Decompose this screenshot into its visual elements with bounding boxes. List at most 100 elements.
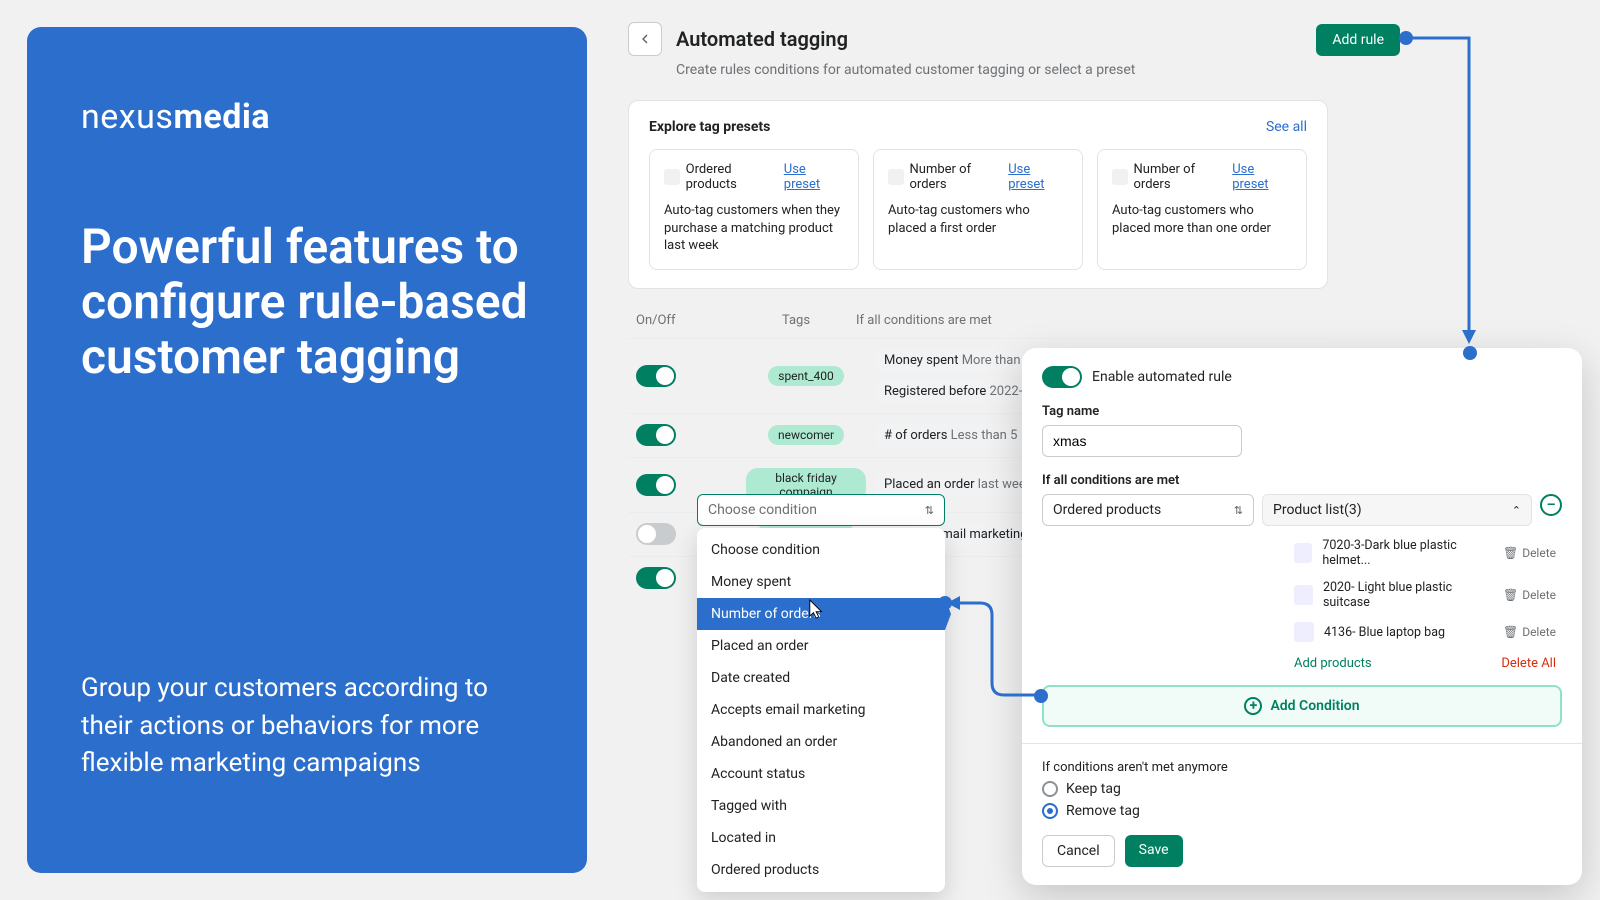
condition-option[interactable]: Date created bbox=[697, 662, 945, 694]
enable-rule-label: Enable automated rule bbox=[1092, 369, 1232, 385]
condition-chip: Placed an order last week bbox=[876, 473, 1040, 496]
condition-menu[interactable]: Choose conditionMoney spentNumber of ord… bbox=[697, 528, 945, 892]
rule-toggle[interactable] bbox=[636, 523, 676, 545]
product-row: 4136- Blue laptop bag 🗑Delete bbox=[1290, 616, 1560, 648]
enable-rule-toggle[interactable] bbox=[1042, 366, 1082, 388]
condition-option[interactable]: Tagged with bbox=[697, 790, 945, 822]
unmet-label: If conditions aren't met anymore bbox=[1042, 760, 1562, 775]
cancel-button[interactable]: Cancel bbox=[1042, 835, 1115, 867]
condition-type-select[interactable]: Ordered products ⇅ bbox=[1042, 494, 1254, 526]
promo-subcopy: Group your customers according to their … bbox=[81, 670, 533, 823]
add-condition-label: Add Condition bbox=[1270, 698, 1359, 714]
preset-name: Ordered products bbox=[686, 162, 784, 192]
page-title: Automated tagging bbox=[676, 27, 848, 51]
preset-icon bbox=[1112, 169, 1128, 185]
annotation-dot bbox=[938, 596, 952, 610]
condition-type-value: Ordered products bbox=[1053, 502, 1161, 518]
trash-icon: 🗑 bbox=[1503, 588, 1518, 602]
product-thumb bbox=[1294, 543, 1312, 563]
preset-card: Ordered products Use preset Auto-tag cus… bbox=[649, 149, 859, 270]
preset-name: Number of orders bbox=[910, 162, 1009, 192]
promo-headline: Powerful features to configure rule-base… bbox=[81, 219, 533, 385]
add-rule-button[interactable]: Add rule bbox=[1316, 24, 1400, 56]
updown-icon: ⇅ bbox=[925, 504, 934, 517]
condition-option[interactable]: Located in bbox=[697, 822, 945, 854]
condition-option[interactable]: Ordered products bbox=[697, 854, 945, 886]
use-preset-link[interactable]: Use preset bbox=[784, 162, 844, 192]
product-thumb bbox=[1294, 585, 1313, 605]
preset-icon bbox=[888, 169, 904, 185]
add-products-link[interactable]: Add products bbox=[1294, 656, 1372, 671]
condition-select[interactable]: Choose condition ⇅ bbox=[697, 494, 945, 526]
col-cond: If all conditions are met bbox=[856, 313, 1320, 328]
back-button[interactable] bbox=[628, 22, 662, 56]
brand-bold: media bbox=[173, 97, 270, 137]
annotation-dot bbox=[1034, 689, 1048, 703]
product-name: 2020- Light blue plastic suitcase bbox=[1323, 580, 1493, 610]
preset-desc: Auto-tag customers who placed more than … bbox=[1112, 202, 1292, 237]
keep-tag-label: Keep tag bbox=[1066, 781, 1121, 797]
add-condition-button[interactable]: + Add Condition bbox=[1042, 685, 1562, 727]
use-preset-link[interactable]: Use preset bbox=[1232, 162, 1292, 192]
conditions-block-label: If all conditions are met bbox=[1042, 473, 1562, 488]
presets-card: Explore tag presets See all Ordered prod… bbox=[628, 100, 1328, 289]
brand-logo: nexusmedia bbox=[81, 97, 533, 137]
keep-tag-radio[interactable]: Keep tag bbox=[1042, 781, 1562, 797]
add-rule-label: Add rule bbox=[1332, 32, 1384, 48]
use-preset-link[interactable]: Use preset bbox=[1008, 162, 1068, 192]
product-row: 2020- Light blue plastic suitcase 🗑Delet… bbox=[1290, 574, 1560, 616]
remove-tag-radio[interactable]: Remove tag bbox=[1042, 803, 1562, 819]
annotation-dot bbox=[1463, 346, 1477, 360]
col-tags: Tags bbox=[736, 313, 856, 328]
condition-chip: # of orders Less than 5 bbox=[876, 424, 1025, 447]
product-name: 7020-3-Dark blue plastic helmet... bbox=[1322, 538, 1493, 568]
delete-all-link[interactable]: Delete All bbox=[1501, 656, 1556, 671]
condition-option[interactable]: Money spent bbox=[697, 566, 945, 598]
condition-option[interactable]: Accepts email marketing bbox=[697, 694, 945, 726]
preset-card: Number of orders Use preset Auto-tag cus… bbox=[1097, 149, 1307, 270]
rule-toggle[interactable] bbox=[636, 424, 676, 446]
rule-toggle[interactable] bbox=[636, 567, 676, 589]
delete-product-button[interactable]: 🗑Delete bbox=[1503, 546, 1556, 560]
chevron-up-icon: ⌃ bbox=[1512, 504, 1521, 517]
cursor-icon bbox=[808, 598, 826, 620]
page-subtitle: Create rules conditions for automated cu… bbox=[676, 62, 1328, 78]
condition-option[interactable]: Abandoned an order bbox=[697, 726, 945, 758]
remove-tag-label: Remove tag bbox=[1066, 803, 1140, 819]
updown-icon: ⇅ bbox=[1234, 504, 1243, 517]
condition-select-value: Choose condition bbox=[708, 502, 817, 518]
rule-toggle[interactable] bbox=[636, 365, 676, 387]
annotation-arrow bbox=[1405, 37, 1485, 357]
tag-name-input[interactable] bbox=[1042, 425, 1242, 457]
brand-light: nexus bbox=[81, 97, 173, 137]
delete-product-button[interactable]: 🗑Delete bbox=[1503, 625, 1556, 639]
trash-icon: 🗑 bbox=[1503, 625, 1518, 639]
presets-heading: Explore tag presets bbox=[649, 119, 770, 135]
annotation-dot bbox=[1399, 31, 1413, 45]
promo-panel: nexusmedia Powerful features to configur… bbox=[27, 27, 587, 873]
delete-product-button[interactable]: 🗑Delete bbox=[1503, 588, 1556, 602]
product-list-collapse[interactable]: Product list(3) ⌃ bbox=[1262, 494, 1532, 526]
condition-option[interactable]: Account status bbox=[697, 758, 945, 790]
preset-icon bbox=[664, 169, 680, 185]
preset-desc: Auto-tag customers when they purchase a … bbox=[664, 202, 844, 255]
preset-desc: Auto-tag customers who placed a first or… bbox=[888, 202, 1068, 237]
condition-option[interactable]: Choose condition bbox=[697, 534, 945, 566]
trash-icon: 🗑 bbox=[1503, 546, 1518, 560]
plus-circle-icon: + bbox=[1244, 697, 1262, 715]
rule-toggle[interactable] bbox=[636, 474, 676, 496]
arrow-left-icon bbox=[637, 31, 653, 47]
product-list-label: Product list(3) bbox=[1273, 502, 1362, 518]
preset-name: Number of orders bbox=[1134, 162, 1233, 192]
product-row: 7020-3-Dark blue plastic helmet... 🗑Dele… bbox=[1290, 532, 1560, 574]
product-name: 4136- Blue laptop bag bbox=[1324, 625, 1445, 640]
tag-chip: newcomer bbox=[768, 425, 844, 445]
col-onoff: On/Off bbox=[636, 313, 736, 328]
presets-see-all[interactable]: See all bbox=[1266, 119, 1307, 135]
tag-chip: spent_400 bbox=[768, 366, 844, 386]
preset-card: Number of orders Use preset Auto-tag cus… bbox=[873, 149, 1083, 270]
condition-option[interactable]: Placed an order bbox=[697, 630, 945, 662]
remove-condition-button[interactable]: – bbox=[1540, 494, 1562, 516]
rule-drawer: Enable automated rule Tag name If all co… bbox=[1022, 348, 1582, 885]
save-button[interactable]: Save bbox=[1125, 835, 1183, 867]
